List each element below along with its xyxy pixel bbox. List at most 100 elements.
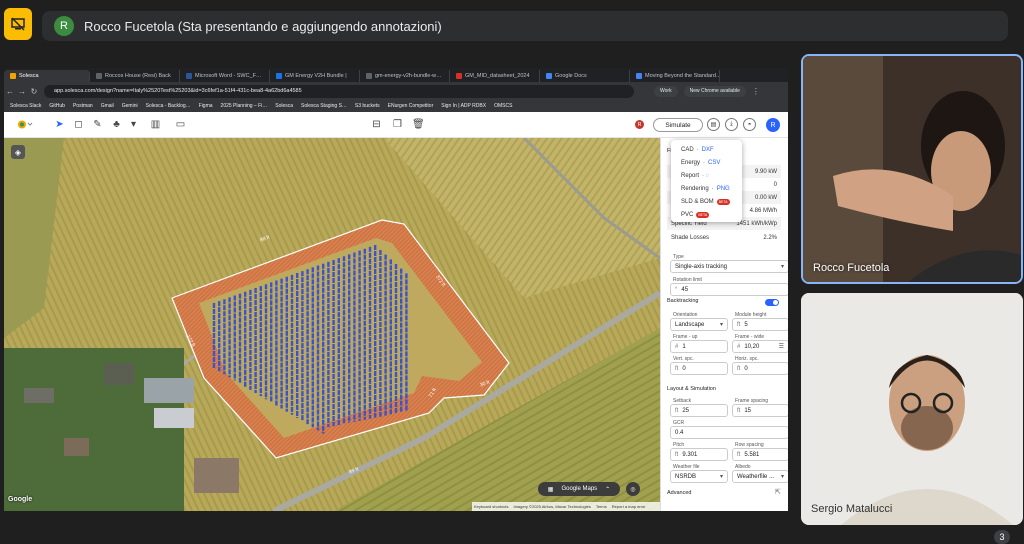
pitch-input[interactable]: ft 9.301	[670, 448, 728, 461]
gcr-input[interactable]: 0.4	[670, 426, 788, 439]
attribution-item: Imagery ©2025 Airbus, Maxar Technologies	[513, 504, 591, 509]
backtracking-toggle[interactable]	[765, 299, 779, 306]
export-option[interactable]: CAD · DXF	[671, 143, 742, 156]
orientation-select[interactable]: Landscape ▾	[670, 318, 728, 331]
update-chip[interactable]: New Chrome available	[683, 85, 746, 97]
bookmark-item[interactable]: GitHub	[49, 103, 65, 109]
account-icon[interactable]: R	[766, 118, 780, 132]
bookmark-item[interactable]: ENurgen Competitor	[388, 103, 434, 109]
bookmark-item[interactable]: Postman	[73, 103, 93, 109]
app-toolbar: ➤ ◻ ✎ ♣ ▾ ▥ ▭ ⊟ ❐ 🗑 R Simulate ▤ ⤓ ◓ R	[4, 112, 788, 138]
browser-tab[interactable]: gm-energy-v2h-bundle-w…	[360, 70, 450, 82]
attribution-item[interactable]: Report a map error	[612, 504, 646, 509]
export-option[interactable]: PVC BETA	[671, 208, 742, 221]
google-maps-button[interactable]: ▦ Google Maps ⌃	[538, 482, 620, 496]
export-option[interactable]: Report · ◌	[671, 169, 742, 182]
profile-chip[interactable]: Work	[654, 85, 678, 97]
avatar: R	[54, 16, 74, 36]
bookmark-item[interactable]: Solesca Staging S…	[301, 103, 347, 109]
comment-icon[interactable]: ▭	[175, 119, 186, 130]
favicon-icon	[276, 73, 282, 79]
document-icon[interactable]: ▤	[707, 118, 720, 131]
layers-icon[interactable]: ◈	[11, 145, 25, 159]
forward-icon[interactable]: →	[16, 87, 28, 96]
logo-icon[interactable]	[16, 119, 34, 130]
type-select[interactable]: Single-axis tracking ▾	[670, 260, 788, 273]
bookmark-item[interactable]: OMSCS	[494, 103, 512, 109]
edit-icon[interactable]: ✎	[92, 119, 103, 130]
presenter-text: Rocco Fucetola (Sta presentando e aggiun…	[84, 18, 442, 34]
trash-icon[interactable]: 🗑	[412, 119, 425, 130]
row-spacing-input[interactable]: ft 5.581	[732, 448, 788, 461]
participant-name: Rocco Fucetola	[813, 262, 890, 274]
module-height-input[interactable]: ft 5	[732, 318, 788, 331]
vert-spc-input[interactable]: ft 0	[670, 362, 728, 375]
browser-tab[interactable]: Solesca	[4, 70, 90, 82]
rotation-input[interactable]: ° 45	[670, 283, 788, 296]
bookmark-item[interactable]: Gmail	[101, 103, 114, 109]
presentation-indicator[interactable]	[4, 8, 32, 40]
bookmark-item[interactable]: Gemini	[122, 103, 138, 109]
weather-select[interactable]: NSRDB ▾	[670, 470, 728, 483]
favicon-icon	[636, 73, 642, 79]
favicon-icon	[96, 73, 102, 79]
copy-icon[interactable]: ❐	[392, 119, 403, 130]
tab-label: gm-energy-v2h-bundle-w…	[375, 73, 442, 79]
format-label: DXF	[701, 146, 714, 153]
frame-wide-input[interactable]: #10,20 ☰	[732, 340, 788, 353]
map-icon: ▦	[547, 486, 554, 493]
bookmark-item[interactable]: S3 buckets	[355, 103, 380, 109]
export-option[interactable]: SLD & BOM BETA	[671, 195, 742, 208]
tab-label: Microsoft Word - SWC_F…	[195, 73, 262, 79]
polygon-icon[interactable]: ◻	[73, 119, 84, 130]
horiz-spc-input[interactable]: ft 0	[732, 362, 788, 375]
browser-tab[interactable]: Microsoft Word - SWC_F…	[180, 70, 270, 82]
stat-row: Shade Losses 2.2%	[671, 234, 777, 241]
tab-label: GM Energy V2H Bundle |	[285, 73, 347, 79]
browser-tab[interactable]: Moving Beyond the Standard…	[630, 70, 720, 82]
google-logo: Google	[8, 496, 33, 503]
format-label: CSV	[708, 159, 721, 166]
bookmark-item[interactable]: Solesca - Backlog…	[146, 103, 191, 109]
pointer-icon[interactable]: ➤	[54, 119, 65, 130]
frame-spacing-input[interactable]: ft 15	[732, 404, 788, 417]
participant-tile[interactable]: Sergio Matalucci	[801, 293, 1023, 525]
download-icon[interactable]: ⤓	[725, 118, 738, 131]
bookmark-item[interactable]: Solesca Slack	[10, 103, 41, 109]
bookmark-item[interactable]: Sign In | ADP RDBX	[441, 103, 486, 109]
ruler-icon[interactable]: ⊟	[371, 119, 382, 130]
browser-tab[interactable]: Google Docs	[540, 70, 630, 82]
back-icon[interactable]: ←	[4, 87, 16, 96]
tree-icon[interactable]: ♣	[111, 119, 122, 130]
browser-tab[interactable]: GM_MID_datasheet_2024	[450, 70, 540, 82]
participant-tile[interactable]: Rocco Fucetola	[801, 54, 1023, 284]
attribution-item[interactable]: Keyboard shortcuts	[474, 504, 508, 509]
book-icon[interactable]: ▥	[150, 119, 161, 130]
advanced-link[interactable]: Advanced	[667, 490, 691, 496]
user-avatar-small[interactable]: R	[635, 120, 644, 129]
export-option[interactable]: Rendering · PNG	[671, 182, 742, 195]
browser-tab[interactable]: GM Energy V2H Bundle |	[270, 70, 360, 82]
browser-tab[interactable]: Roccos House (Resi) Back	[90, 70, 180, 82]
albedo-select[interactable]: Weatherfile … ▾	[732, 470, 788, 483]
export-option[interactable]: Energy · CSV	[671, 156, 742, 169]
bookmark-item[interactable]: Solesca	[275, 103, 293, 109]
dashboard-icon[interactable]: ◓	[743, 118, 756, 131]
setback-input[interactable]: ft 25	[670, 404, 728, 417]
attribution-item[interactable]: Terms	[596, 504, 607, 509]
tab-label: GM_MID_datasheet_2024	[465, 73, 530, 79]
menu-icon[interactable]: ⋮	[750, 87, 762, 96]
reload-icon[interactable]: ↻	[28, 87, 40, 96]
external-link-icon[interactable]: ⇱	[775, 488, 781, 496]
bookmark-item[interactable]: 2025 Planning – Fi…	[221, 103, 268, 109]
recenter-icon[interactable]: ◎	[626, 482, 640, 496]
url-bar[interactable]: app.solesca.com/design?name=Italy%2520Te…	[44, 84, 634, 98]
participant-video	[803, 56, 1021, 282]
participant-count[interactable]: 3	[994, 530, 1010, 544]
google-maps-label: Google Maps	[561, 486, 598, 492]
satellite-map[interactable]: ◈ ▦ Google Maps ⌃ ◎ Google Keyboard shor…	[4, 138, 660, 511]
simulate-button[interactable]: Simulate	[653, 118, 703, 132]
bookmark-item[interactable]: Figma	[199, 103, 213, 109]
frame-up-input[interactable]: #1	[670, 340, 728, 353]
obstacle-icon[interactable]: ▾	[128, 119, 139, 130]
